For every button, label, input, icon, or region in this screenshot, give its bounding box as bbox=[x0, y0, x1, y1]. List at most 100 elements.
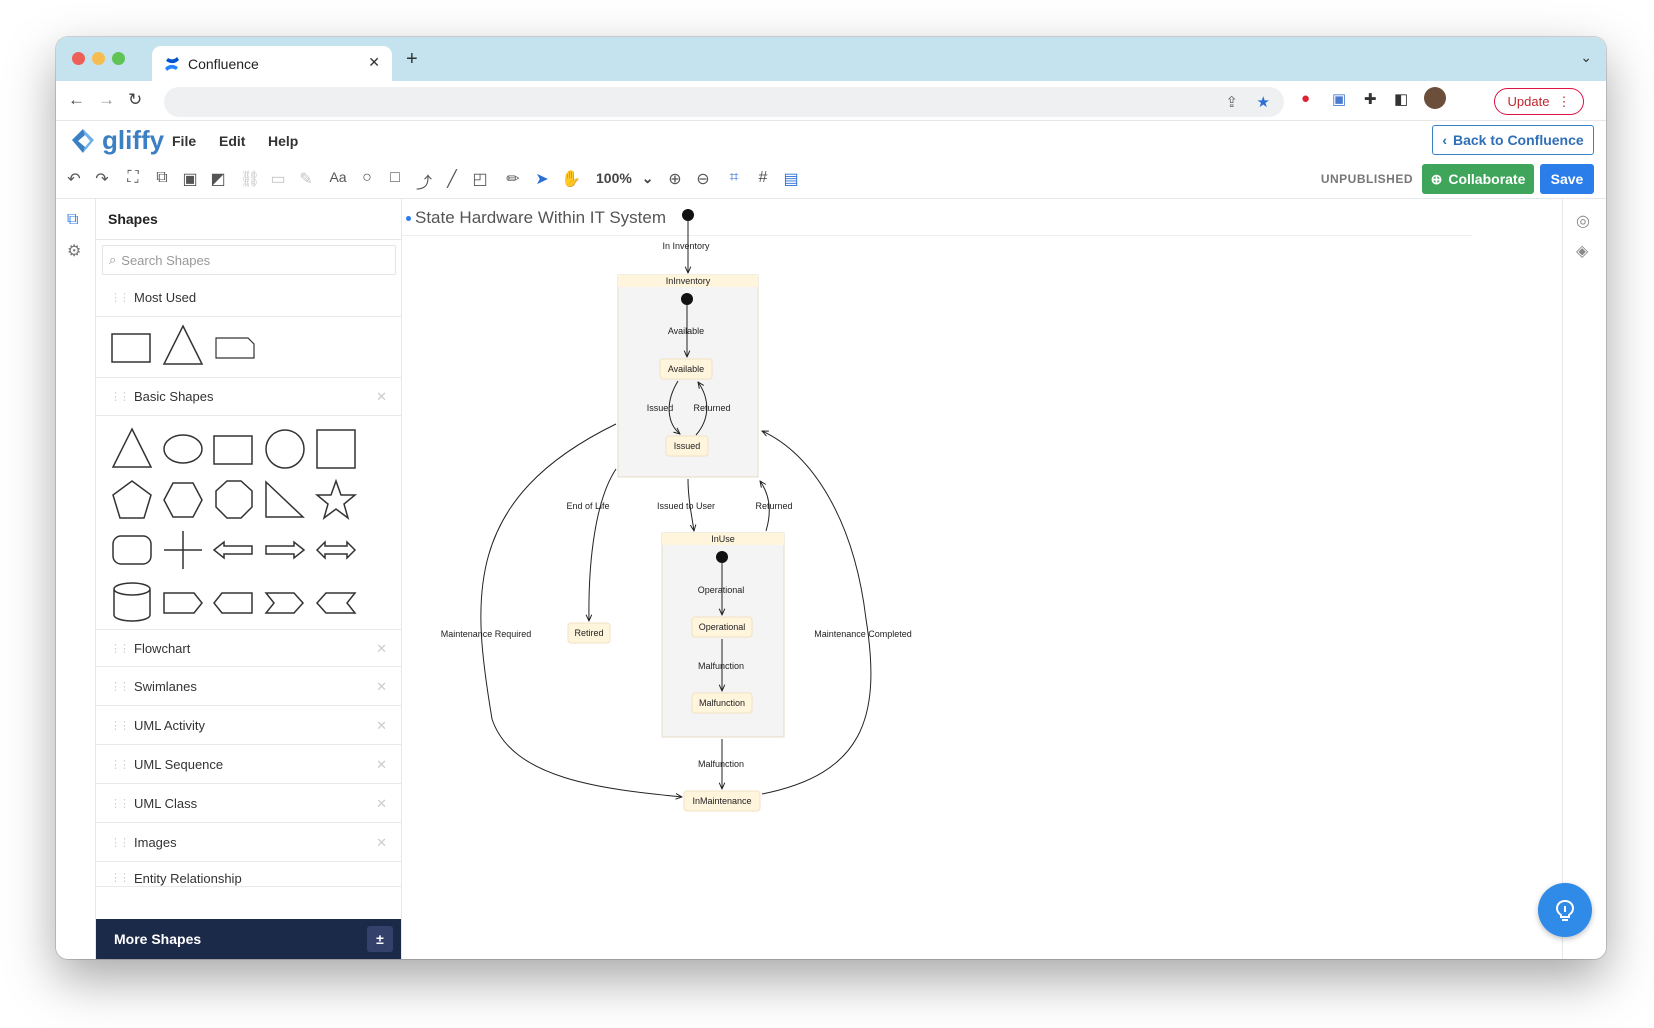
layers-icon[interactable]: ◈ bbox=[1576, 241, 1588, 261]
forward-arrow-icon[interactable]: → bbox=[98, 90, 115, 110]
transition-end-of-life[interactable] bbox=[589, 468, 617, 621]
drag-handle-icon[interactable]: ⋮⋮ bbox=[110, 642, 130, 655]
chevron-shape[interactable] bbox=[264, 592, 305, 614]
ellipse-tool-icon[interactable]: ○ bbox=[357, 169, 377, 187]
left-arrow-shape[interactable] bbox=[212, 540, 253, 560]
initial-node[interactable] bbox=[682, 209, 694, 221]
note-shape[interactable] bbox=[215, 337, 255, 359]
update-button[interactable]: Update ⋮ bbox=[1494, 88, 1584, 115]
initial-node[interactable] bbox=[716, 551, 728, 563]
drag-handle-icon[interactable]: ⋮⋮ bbox=[110, 836, 130, 849]
close-icon[interactable]: ✕ bbox=[376, 796, 387, 812]
text-tool-icon[interactable]: Aa bbox=[328, 169, 348, 185]
extension-icon[interactable]: ● bbox=[1301, 90, 1310, 107]
search-shapes-input[interactable]: ⌕ Search Shapes bbox=[102, 245, 396, 275]
menu-edit[interactable]: Edit bbox=[219, 133, 245, 149]
pentagon-arrow-shape[interactable] bbox=[163, 592, 203, 614]
hexagon-shape[interactable] bbox=[163, 482, 203, 518]
sidebar-icon[interactable]: ◧ bbox=[1394, 90, 1408, 108]
left-tag-shape[interactable] bbox=[213, 592, 253, 614]
square-shape[interactable] bbox=[316, 429, 356, 469]
section-most-used[interactable]: ⋮⋮ Most Used bbox=[96, 279, 401, 317]
undo-icon[interactable]: ↶ bbox=[64, 169, 84, 189]
transition-maintenance-required[interactable] bbox=[480, 423, 682, 797]
pencil-tool-icon[interactable]: ✏ bbox=[503, 169, 523, 189]
minimize-window-button[interactable] bbox=[92, 52, 105, 65]
send-back-icon[interactable]: ◩ bbox=[208, 169, 228, 189]
section-uml-class[interactable]: ⋮⋮ UML Class ✕ bbox=[96, 785, 401, 823]
gliffy-logo[interactable]: gliffy bbox=[68, 125, 164, 156]
line-tool-icon[interactable]: ╱ bbox=[442, 169, 462, 189]
rounded-rectangle-shape[interactable] bbox=[112, 535, 152, 565]
back-to-confluence-button[interactable]: ‹ Back to Confluence bbox=[1432, 125, 1594, 155]
drag-handle-icon[interactable]: ⋮⋮ bbox=[110, 390, 130, 403]
close-icon[interactable]: ✕ bbox=[376, 679, 387, 695]
diagram-canvas[interactable]: State Hardware Within IT System InInvent… bbox=[402, 199, 1472, 959]
menu-file[interactable]: File bbox=[172, 133, 196, 149]
select-all-icon[interactable]: ⛶ bbox=[123, 169, 143, 187]
section-swimlanes[interactable]: ⋮⋮ Swimlanes ✕ bbox=[96, 668, 401, 706]
initial-node[interactable] bbox=[681, 293, 693, 305]
drag-handle-icon[interactable]: ⋮⋮ bbox=[110, 680, 130, 693]
collaborate-button[interactable]: ⊕ Collaborate bbox=[1422, 164, 1534, 194]
settings-gear-icon[interactable]: ⚙ bbox=[67, 241, 81, 261]
link-icon[interactable]: ⛓ bbox=[240, 169, 260, 189]
zoom-in-icon[interactable]: ⊕ bbox=[665, 169, 685, 189]
translate-icon[interactable]: ▣ bbox=[1332, 90, 1346, 108]
cross-shape[interactable] bbox=[164, 531, 202, 569]
zoom-select[interactable]: 100% ⌄ bbox=[596, 170, 653, 187]
circle-shape[interactable] bbox=[265, 429, 305, 469]
snap-to-grid-icon[interactable]: ⌗ bbox=[724, 169, 744, 187]
section-entity-relationship[interactable]: ⋮⋮ Entity Relationship bbox=[96, 863, 401, 887]
right-triangle-shape[interactable] bbox=[265, 480, 305, 518]
save-button[interactable]: Save bbox=[1540, 164, 1594, 194]
close-window-button[interactable] bbox=[72, 52, 85, 65]
menu-help[interactable]: Help bbox=[268, 133, 298, 149]
duplicate-icon[interactable]: ⧉ bbox=[152, 169, 172, 187]
section-flowchart[interactable]: ⋮⋮ Flowchart ✕ bbox=[96, 629, 401, 667]
close-icon[interactable]: ✕ bbox=[376, 835, 387, 851]
zoom-out-icon[interactable]: ⊖ bbox=[693, 169, 713, 189]
redo-icon[interactable]: ↷ bbox=[92, 169, 112, 189]
right-arrow-shape[interactable] bbox=[265, 540, 306, 560]
connector-tool-icon[interactable]: ⤴ bbox=[414, 169, 434, 193]
maximize-window-button[interactable] bbox=[112, 52, 125, 65]
drag-handle-icon[interactable]: ⋮⋮ bbox=[110, 871, 130, 884]
star-shape[interactable] bbox=[314, 478, 358, 520]
theme-palette-icon[interactable]: ◎ bbox=[1576, 211, 1590, 231]
bookmark-star-icon[interactable]: ★ bbox=[1257, 93, 1270, 111]
comment-icon[interactable]: ▭ bbox=[268, 169, 288, 189]
octagon-shape[interactable] bbox=[215, 480, 253, 519]
edit-icon[interactable]: ✎ bbox=[296, 169, 316, 189]
drag-handle-icon[interactable]: ⋮⋮ bbox=[110, 719, 130, 732]
chevron-down-icon[interactable]: ⌄ bbox=[1580, 49, 1592, 66]
rectangle-shape[interactable] bbox=[111, 333, 151, 363]
note-tool-icon[interactable]: ◰ bbox=[470, 169, 490, 189]
shapes-library-icon[interactable]: ⧉ bbox=[67, 211, 78, 229]
rectangle-tool-icon[interactable]: □ bbox=[385, 169, 405, 187]
reverse-chevron-shape[interactable] bbox=[315, 592, 357, 614]
puzzle-icon[interactable]: ✚ bbox=[1364, 90, 1377, 108]
avatar[interactable] bbox=[1424, 87, 1446, 109]
close-icon[interactable]: ✕ bbox=[376, 757, 387, 773]
grid-icon[interactable]: # bbox=[753, 169, 773, 187]
pentagon-shape[interactable] bbox=[112, 480, 152, 519]
bring-front-icon[interactable]: ▣ bbox=[180, 169, 200, 189]
section-uml-activity[interactable]: ⋮⋮ UML Activity ✕ bbox=[96, 707, 401, 745]
back-arrow-icon[interactable]: ← bbox=[68, 90, 85, 110]
hand-tool-icon[interactable]: ✋ bbox=[561, 169, 581, 189]
pointer-tool-icon[interactable]: ➤ bbox=[532, 169, 552, 189]
page-layout-icon[interactable]: ▤ bbox=[781, 169, 801, 189]
rectangle-shape[interactable] bbox=[213, 435, 253, 465]
section-basic-shapes[interactable]: ⋮⋮ Basic Shapes ✕ bbox=[96, 378, 401, 416]
browser-tab[interactable]: Confluence ✕ bbox=[152, 46, 392, 81]
new-tab-button[interactable]: + bbox=[406, 48, 418, 71]
close-icon[interactable]: ✕ bbox=[376, 641, 387, 657]
share-icon[interactable]: ⇪ bbox=[1225, 93, 1238, 111]
drag-handle-icon[interactable]: ⋮⋮ bbox=[110, 758, 130, 771]
ellipse-shape[interactable] bbox=[163, 434, 203, 464]
drag-handle-icon[interactable]: ⋮⋮ bbox=[110, 797, 130, 810]
close-tab-icon[interactable]: ✕ bbox=[368, 54, 380, 71]
triangle-shape[interactable] bbox=[111, 427, 153, 468]
cylinder-shape[interactable] bbox=[113, 582, 151, 622]
